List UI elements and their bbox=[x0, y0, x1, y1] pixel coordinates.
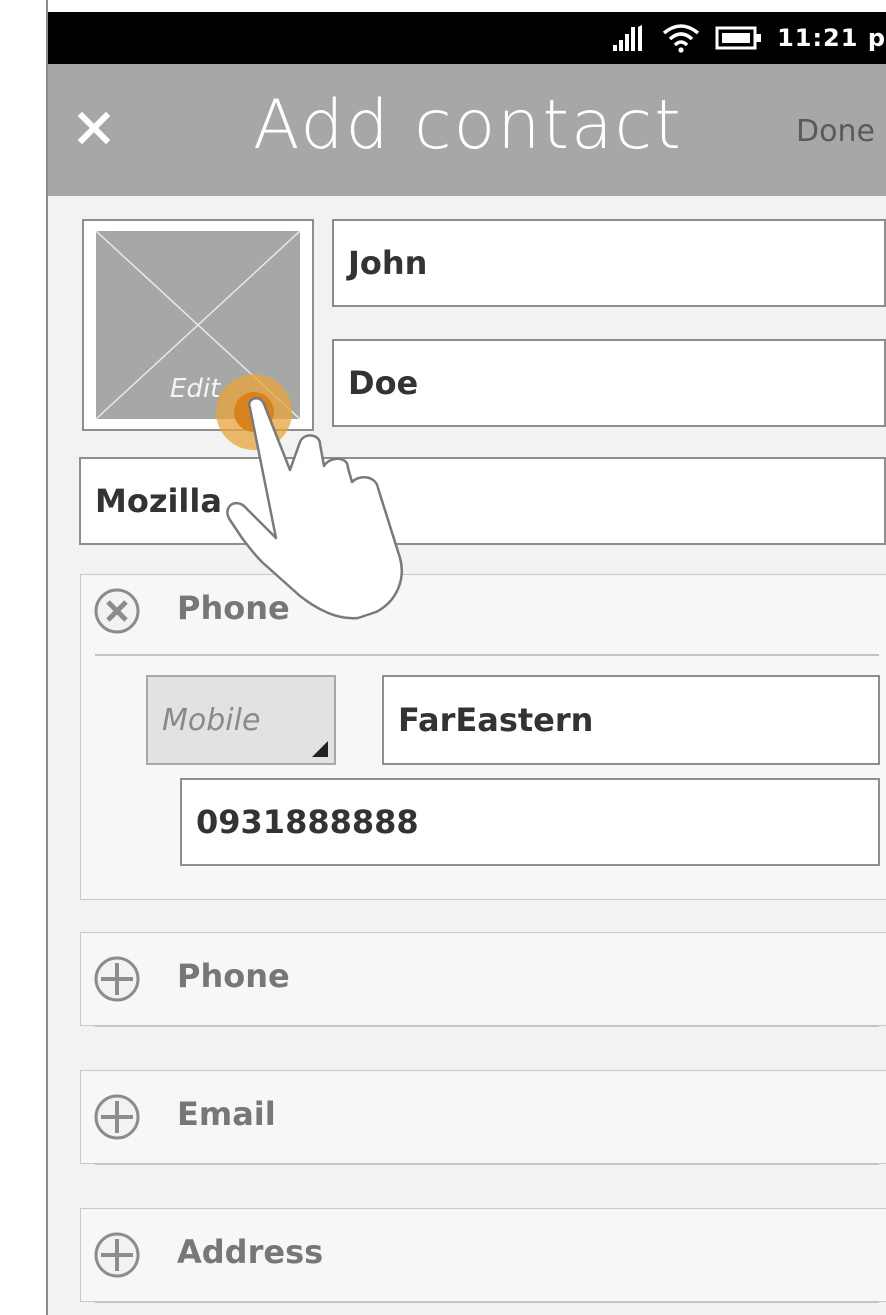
status-bar: 11:21 p bbox=[48, 12, 886, 64]
phone-carrier-field[interactable]: FarEastern bbox=[382, 675, 880, 765]
battery-icon bbox=[715, 26, 762, 50]
phone-type-select[interactable]: Mobile bbox=[146, 675, 336, 765]
close-icon bbox=[77, 111, 111, 145]
phone-screen: 11:21 p Add contact Done Edit John Doe M… bbox=[48, 12, 886, 1315]
add-email-section[interactable]: Email bbox=[80, 1070, 886, 1165]
phone-number-field[interactable]: 0931888888 bbox=[180, 778, 880, 866]
page-title: Add contact bbox=[253, 86, 683, 165]
add-phone-section[interactable]: Phone bbox=[80, 932, 886, 1027]
status-icons: 11:21 p bbox=[611, 22, 886, 54]
status-time: 11:21 p bbox=[777, 24, 886, 52]
section-divider bbox=[95, 1163, 879, 1165]
add-circle-icon bbox=[94, 1094, 140, 1140]
tap-gesture-icon bbox=[216, 374, 403, 620]
close-button[interactable] bbox=[70, 104, 118, 152]
signal-icon bbox=[613, 25, 643, 51]
add-phone-label: Phone bbox=[177, 957, 290, 995]
section-divider bbox=[95, 1301, 879, 1303]
section-divider bbox=[95, 654, 879, 656]
section-divider bbox=[95, 1025, 879, 1027]
wifi-icon bbox=[662, 24, 700, 53]
first-name-field[interactable]: John bbox=[332, 219, 886, 307]
add-address-label: Address bbox=[177, 1233, 324, 1271]
add-circle-icon bbox=[94, 1232, 140, 1278]
phone-type-value: Mobile bbox=[162, 702, 261, 738]
add-address-section[interactable]: Address bbox=[80, 1208, 886, 1303]
add-email-label: Email bbox=[177, 1095, 276, 1133]
done-button[interactable]: Done bbox=[796, 114, 875, 149]
dropdown-arrow-icon bbox=[312, 741, 328, 757]
app-header: Add contact Done bbox=[48, 64, 886, 196]
remove-circle-icon[interactable] bbox=[93, 587, 141, 635]
add-circle-icon bbox=[94, 956, 140, 1002]
